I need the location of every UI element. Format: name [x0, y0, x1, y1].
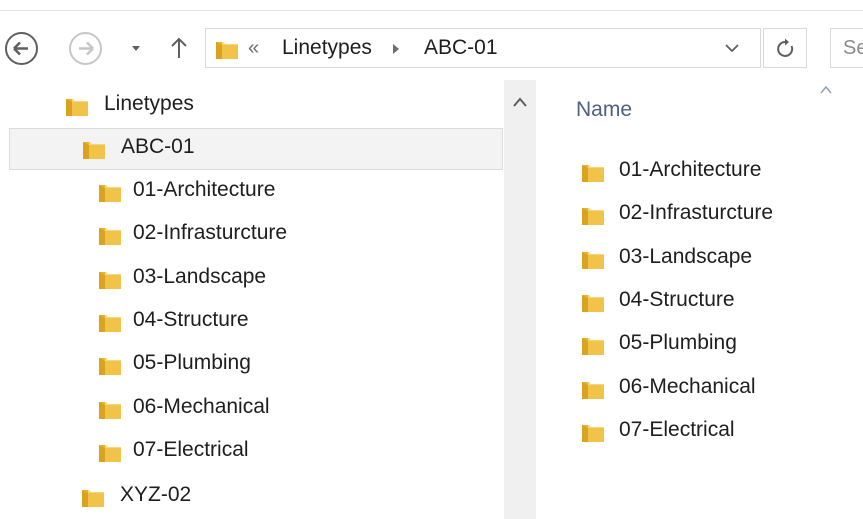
folder-icon: [580, 334, 606, 356]
tree-item-label: 03-Landscape: [133, 265, 267, 288]
recent-locations-button[interactable]: [129, 40, 143, 56]
column-header-name[interactable]: Name: [576, 98, 632, 122]
tree-item-02-infrasturcture[interactable]: 02-Infrasturcture: [97, 215, 497, 257]
breadcrumb-separator-icon[interactable]: [391, 41, 401, 57]
tree-item-06-mechanical[interactable]: 06-Mechanical: [97, 389, 497, 431]
window-top-edge: [0, 0, 863, 11]
tree-item-label: 05-Plumbing: [133, 351, 251, 374]
back-button[interactable]: [5, 32, 38, 65]
breadcrumb-linetypes[interactable]: Linetypes: [282, 36, 372, 60]
file-item-01-architecture[interactable]: 01-Architecture: [580, 152, 860, 192]
tree-item-01-architecture[interactable]: 01-Architecture: [97, 172, 497, 214]
folder-icon: [97, 224, 123, 246]
folder-icon: [580, 378, 606, 400]
file-item-05-plumbing[interactable]: 05-Plumbing: [580, 325, 860, 365]
file-item-label: 03-Landscape: [619, 245, 753, 268]
tree-item-04-structure[interactable]: 04-Structure: [97, 302, 497, 344]
folder-icon: [64, 95, 90, 117]
file-item-label: 06-Mechanical: [619, 375, 756, 398]
file-item-07-electrical[interactable]: 07-Electrical: [580, 412, 860, 452]
folder-icon: [97, 268, 123, 290]
folder-icon: [580, 248, 606, 270]
file-item-label: 02-Infrasturcture: [619, 201, 774, 224]
file-item-06-mechanical[interactable]: 06-Mechanical: [580, 369, 860, 409]
folder-icon: [97, 311, 123, 333]
tree-item-label: Linetypes: [104, 92, 194, 115]
folder-icon: [97, 354, 123, 376]
folder-icon: [580, 421, 606, 443]
forward-arrow-icon: [79, 41, 94, 56]
back-arrow-icon: [13, 41, 28, 56]
folder-icon: [580, 161, 606, 183]
folder-icon: [97, 398, 123, 420]
file-item-04-structure[interactable]: 04-Structure: [580, 282, 860, 322]
folder-icon: [214, 38, 240, 60]
tree-item-label: ABC-01: [121, 135, 195, 158]
search-placeholder: Se: [843, 37, 863, 59]
search-input[interactable]: Se: [830, 28, 863, 68]
file-item-label: 04-Structure: [619, 288, 735, 311]
navigation-pane: Linetypes ABC-01 01-Architecture 02-Infr…: [0, 80, 536, 519]
up-arrow-icon: [171, 37, 187, 58]
breadcrumb-abc-01[interactable]: ABC-01: [424, 36, 498, 60]
scroll-up-icon[interactable]: [512, 96, 528, 108]
file-list-pane: Name 01-Architecture 02-Infrasturcture 0…: [536, 80, 863, 519]
tree-item-label: 07-Electrical: [133, 438, 249, 461]
chevron-down-icon: [132, 46, 140, 51]
folder-icon: [97, 441, 123, 463]
file-item-label: 05-Plumbing: [619, 331, 737, 354]
tree-item-03-landscape[interactable]: 03-Landscape: [97, 259, 497, 301]
tree-item-label: 04-Structure: [133, 308, 249, 331]
tree-item-label: 01-Architecture: [133, 178, 276, 201]
file-item-03-landscape[interactable]: 03-Landscape: [580, 239, 860, 279]
refresh-button[interactable]: [763, 28, 807, 68]
tree-item-05-plumbing[interactable]: 05-Plumbing: [97, 345, 497, 387]
forward-button[interactable]: [69, 32, 102, 65]
tree-item-label: 06-Mechanical: [133, 395, 270, 418]
address-bar[interactable]: « Linetypes ABC-01: [205, 28, 761, 68]
tree-item-label: 02-Infrasturcture: [133, 221, 288, 244]
folder-icon: [580, 204, 606, 226]
sort-ascending-icon: [820, 86, 832, 94]
tree-item-linetypes[interactable]: Linetypes: [64, 86, 464, 128]
file-item-label: 07-Electrical: [619, 418, 735, 441]
tree-item-07-electrical[interactable]: 07-Electrical: [97, 432, 497, 474]
folder-icon: [80, 486, 106, 508]
folder-icon: [81, 138, 107, 160]
address-dropdown-icon[interactable]: [724, 41, 740, 55]
navigation-scrollbar[interactable]: [504, 80, 536, 519]
refresh-icon: [777, 38, 794, 57]
up-button[interactable]: [169, 36, 189, 60]
folder-icon: [580, 291, 606, 313]
tree-item-xyz-02[interactable]: XYZ-02: [80, 477, 480, 519]
file-item-label: 01-Architecture: [619, 158, 762, 181]
hidden-path-chevron[interactable]: «: [248, 37, 259, 60]
file-item-02-infrasturcture[interactable]: 02-Infrasturcture: [580, 195, 860, 235]
folder-icon: [97, 181, 123, 203]
tree-item-abc-01[interactable]: ABC-01: [9, 128, 503, 170]
tree-item-label: XYZ-02: [120, 483, 192, 506]
